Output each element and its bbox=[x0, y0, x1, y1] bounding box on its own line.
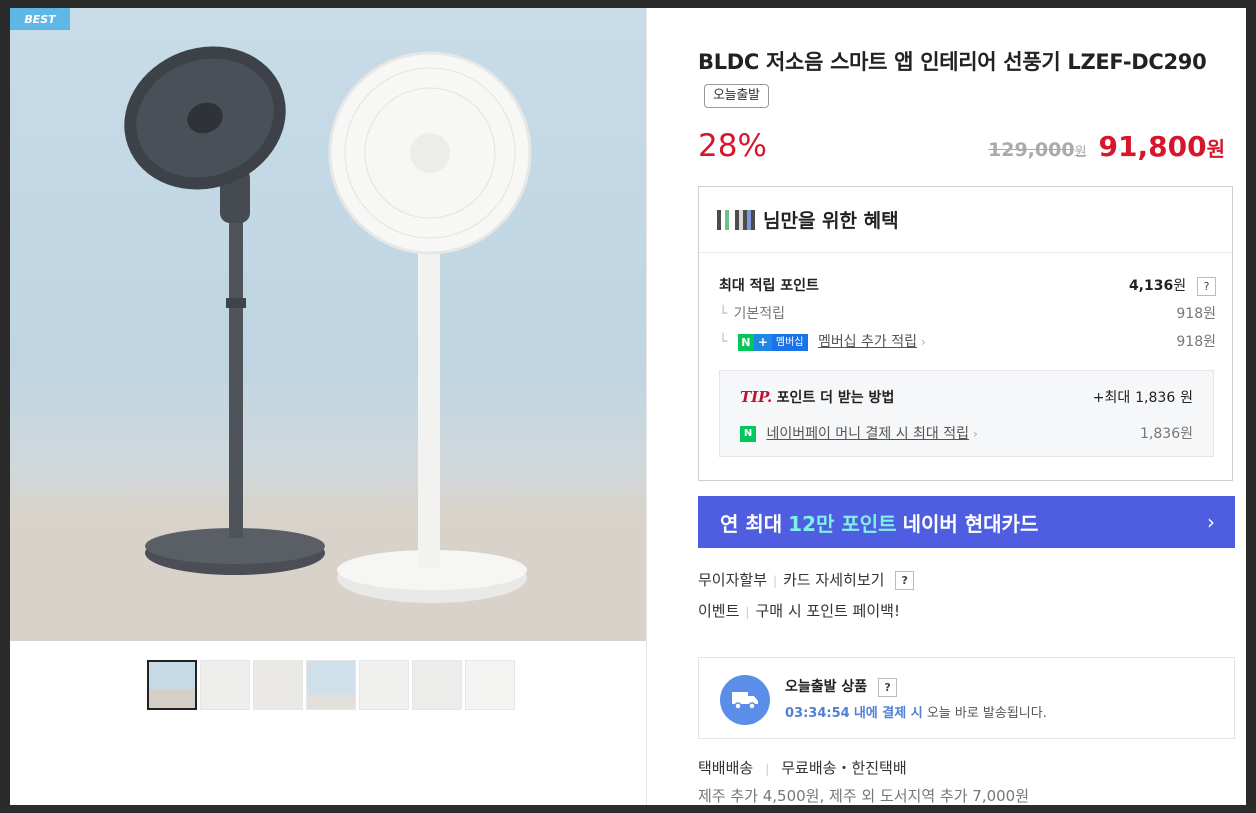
benefit-box: 님만을 위한 혜택 최대 적립 포인트 4,136원 ? └ 기본적립 918원 … bbox=[698, 186, 1233, 481]
sale-price: 91,800원 bbox=[1098, 130, 1225, 163]
price: 129,000원 91,800원 bbox=[988, 130, 1225, 163]
membership-points-row: └ N + 멤버십 멤버십 추가 적립 › 918원 bbox=[719, 331, 1216, 351]
card-links: 무이자할부 | 카드 자세히보기 ? bbox=[698, 569, 915, 590]
tip-box: TIP. 포인트 더 받는 방법 +최대 1,836 원 N 네이버페이 머니 … bbox=[719, 370, 1214, 457]
product-page: BEST BLDC 저소음 스마트 앱 인테리어 선풍기 LZEF-DC290 … bbox=[10, 8, 1246, 805]
column-divider bbox=[646, 8, 647, 805]
today-ship-tag: 오늘출발 bbox=[704, 84, 769, 108]
event-desc[interactable]: 구매 시 포인트 페이백! bbox=[755, 602, 900, 620]
thumbnail[interactable] bbox=[200, 660, 250, 710]
naverpay-link[interactable]: 네이버페이 머니 결제 시 최대 적립 bbox=[766, 426, 969, 442]
thumbnail[interactable] bbox=[147, 660, 197, 710]
today-shipping-title: 오늘출발 상품 bbox=[785, 679, 868, 695]
delivery-info: 택배배송 | 무료배송・한진택배 bbox=[698, 759, 907, 777]
chevron-right-icon: › bbox=[1207, 510, 1215, 534]
thumbnail[interactable] bbox=[465, 660, 515, 710]
membership-points-value: 918원 bbox=[1176, 334, 1216, 350]
max-points-row: 최대 적립 포인트 4,136원 ? bbox=[719, 275, 1216, 296]
card-detail-link[interactable]: 카드 자세히보기 bbox=[783, 571, 884, 589]
max-points-value: 4,136원 ? bbox=[1129, 275, 1216, 296]
benefit-heading: 님만을 위한 혜택 bbox=[699, 187, 1232, 253]
tip-value: +최대 1,836 원 bbox=[1092, 390, 1193, 406]
naver-membership-icon: N + 멤버십 bbox=[737, 333, 808, 351]
tip-label-word: TIP. bbox=[740, 388, 773, 406]
installment-link[interactable]: 무이자할부 bbox=[698, 571, 767, 589]
help-button[interactable]: ? bbox=[895, 571, 915, 590]
event-label: 이벤트 bbox=[698, 602, 740, 620]
delivery-extra-fee: 제주 추가 4,500원, 제주 외 도서지역 추가 7,000원 bbox=[698, 787, 1030, 805]
chevron-right-icon: › bbox=[921, 335, 926, 349]
basic-points-value: 918원 bbox=[1176, 306, 1216, 322]
membership-link[interactable]: 멤버십 추가 적립 bbox=[818, 334, 917, 350]
delivery-method: 택배배송 bbox=[698, 759, 754, 777]
basic-points-label: 기본적립 bbox=[733, 306, 785, 322]
naverpay-icon: N bbox=[740, 426, 756, 442]
thumbnail[interactable] bbox=[253, 660, 303, 710]
countdown-time: 03:34:54 bbox=[785, 706, 850, 721]
help-button[interactable]: ? bbox=[1197, 276, 1216, 296]
product-title: BLDC 저소음 스마트 앱 인테리어 선풍기 LZEF-DC290 오늘출발 bbox=[698, 46, 1228, 112]
masked-username bbox=[717, 209, 761, 230]
chevron-right-icon: › bbox=[973, 427, 978, 441]
product-title-text: BLDC 저소음 스마트 앱 인테리어 선풍기 LZEF-DC290 bbox=[698, 50, 1207, 74]
original-price: 129,000원 bbox=[988, 139, 1087, 161]
max-points-label: 최대 적립 포인트 bbox=[719, 278, 819, 295]
event-links: 이벤트 | 구매 시 포인트 페이백! bbox=[698, 602, 900, 620]
thumbnail-strip bbox=[147, 660, 515, 710]
tip-label: 포인트 더 받는 방법 bbox=[776, 390, 895, 406]
best-badge: BEST bbox=[10, 8, 70, 30]
card-promo-banner[interactable]: 연 최대 12만 포인트 네이버 현대카드 › bbox=[698, 496, 1235, 548]
fan-illustration bbox=[10, 46, 646, 641]
thumbnail[interactable] bbox=[306, 660, 356, 710]
basic-points-row: └ 기본적립 918원 bbox=[719, 303, 1216, 323]
main-product-image[interactable]: BEST bbox=[10, 8, 646, 641]
naverpay-points-value: 1,836원 bbox=[1140, 426, 1193, 442]
today-shipping-desc: 03:34:54 내에 결제 시 오늘 바로 발송됩니다. bbox=[785, 706, 1047, 721]
delivery-detail: 무료배송・한진택배 bbox=[781, 759, 907, 777]
thumbnail[interactable] bbox=[412, 660, 462, 710]
thumbnail[interactable] bbox=[359, 660, 409, 710]
discount-rate: 28% bbox=[698, 128, 767, 164]
help-button[interactable]: ? bbox=[878, 677, 898, 697]
today-shipping-box: 오늘출발 상품 ? 03:34:54 내에 결제 시 오늘 바로 발송됩니다. bbox=[698, 657, 1235, 739]
truck-icon bbox=[720, 675, 770, 725]
